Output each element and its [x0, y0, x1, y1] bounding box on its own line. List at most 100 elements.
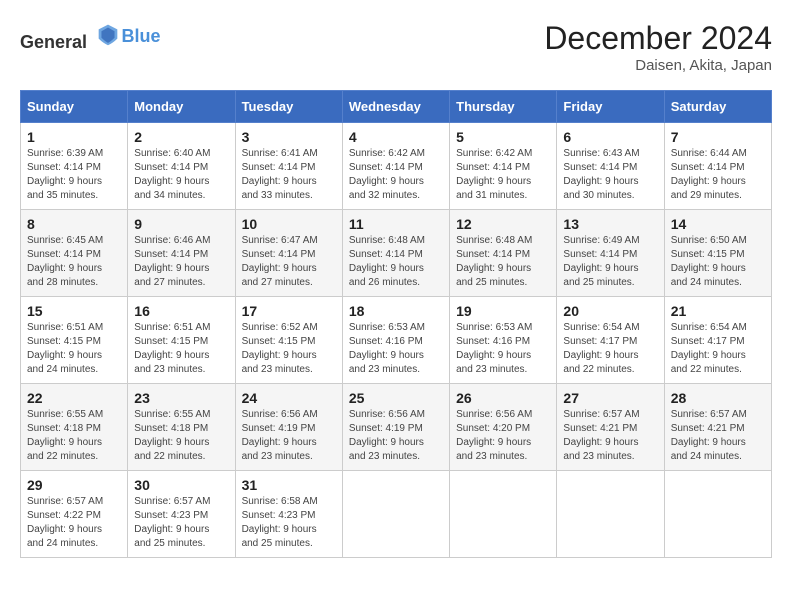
- title-section: December 2024 Daisen, Akita, Japan: [544, 20, 772, 74]
- day-number: 4: [349, 129, 443, 145]
- day-info: Sunrise: 6:57 AMSunset: 4:23 PMDaylight:…: [134, 496, 210, 549]
- col-friday: Friday: [557, 91, 664, 123]
- calendar-cell: 30 Sunrise: 6:57 AMSunset: 4:23 PMDaylig…: [128, 471, 235, 558]
- day-number: 31: [242, 477, 336, 493]
- day-info: Sunrise: 6:48 AMSunset: 4:14 PMDaylight:…: [456, 235, 532, 288]
- day-number: 15: [27, 303, 121, 319]
- logo-text-general: General: [20, 32, 87, 52]
- calendar-cell: [342, 471, 449, 558]
- calendar-cell: 26 Sunrise: 6:56 AMSunset: 4:20 PMDaylig…: [450, 384, 557, 471]
- day-info: Sunrise: 6:58 AMSunset: 4:23 PMDaylight:…: [242, 496, 318, 549]
- day-info: Sunrise: 6:42 AMSunset: 4:14 PMDaylight:…: [456, 148, 532, 201]
- day-info: Sunrise: 6:51 AMSunset: 4:15 PMDaylight:…: [27, 322, 103, 375]
- day-number: 21: [671, 303, 765, 319]
- page-header: General Blue December 2024 Daisen, Akita…: [20, 20, 772, 74]
- location-title: Daisen, Akita, Japan: [544, 57, 772, 74]
- day-number: 28: [671, 390, 765, 406]
- day-number: 12: [456, 216, 550, 232]
- logo-icon: [94, 20, 122, 48]
- calendar-cell: 31 Sunrise: 6:58 AMSunset: 4:23 PMDaylig…: [235, 471, 342, 558]
- calendar-week-5: 29 Sunrise: 6:57 AMSunset: 4:22 PMDaylig…: [21, 471, 772, 558]
- calendar-cell: 2 Sunrise: 6:40 AMSunset: 4:14 PMDayligh…: [128, 123, 235, 210]
- calendar-cell: 28 Sunrise: 6:57 AMSunset: 4:21 PMDaylig…: [664, 384, 771, 471]
- day-info: Sunrise: 6:57 AMSunset: 4:21 PMDaylight:…: [563, 409, 639, 462]
- calendar-cell: 24 Sunrise: 6:56 AMSunset: 4:19 PMDaylig…: [235, 384, 342, 471]
- calendar-week-3: 15 Sunrise: 6:51 AMSunset: 4:15 PMDaylig…: [21, 297, 772, 384]
- calendar-cell: 10 Sunrise: 6:47 AMSunset: 4:14 PMDaylig…: [235, 210, 342, 297]
- day-number: 2: [134, 129, 228, 145]
- col-sunday: Sunday: [21, 91, 128, 123]
- day-number: 24: [242, 390, 336, 406]
- day-number: 17: [242, 303, 336, 319]
- calendar-cell: 5 Sunrise: 6:42 AMSunset: 4:14 PMDayligh…: [450, 123, 557, 210]
- calendar-cell: 12 Sunrise: 6:48 AMSunset: 4:14 PMDaylig…: [450, 210, 557, 297]
- calendar-cell: 23 Sunrise: 6:55 AMSunset: 4:18 PMDaylig…: [128, 384, 235, 471]
- calendar-cell: 15 Sunrise: 6:51 AMSunset: 4:15 PMDaylig…: [21, 297, 128, 384]
- day-info: Sunrise: 6:57 AMSunset: 4:21 PMDaylight:…: [671, 409, 747, 462]
- calendar-cell: 9 Sunrise: 6:46 AMSunset: 4:14 PMDayligh…: [128, 210, 235, 297]
- day-info: Sunrise: 6:44 AMSunset: 4:14 PMDaylight:…: [671, 148, 747, 201]
- calendar-header: Sunday Monday Tuesday Wednesday Thursday…: [21, 91, 772, 123]
- calendar-cell: 17 Sunrise: 6:52 AMSunset: 4:15 PMDaylig…: [235, 297, 342, 384]
- calendar-cell: 20 Sunrise: 6:54 AMSunset: 4:17 PMDaylig…: [557, 297, 664, 384]
- calendar-cell: 1 Sunrise: 6:39 AMSunset: 4:14 PMDayligh…: [21, 123, 128, 210]
- calendar-cell: 18 Sunrise: 6:53 AMSunset: 4:16 PMDaylig…: [342, 297, 449, 384]
- calendar-week-1: 1 Sunrise: 6:39 AMSunset: 4:14 PMDayligh…: [21, 123, 772, 210]
- header-row: Sunday Monday Tuesday Wednesday Thursday…: [21, 91, 772, 123]
- calendar-cell: 21 Sunrise: 6:54 AMSunset: 4:17 PMDaylig…: [664, 297, 771, 384]
- calendar-cell: 8 Sunrise: 6:45 AMSunset: 4:14 PMDayligh…: [21, 210, 128, 297]
- day-number: 22: [27, 390, 121, 406]
- day-number: 11: [349, 216, 443, 232]
- day-info: Sunrise: 6:54 AMSunset: 4:17 PMDaylight:…: [563, 322, 639, 375]
- day-number: 5: [456, 129, 550, 145]
- day-info: Sunrise: 6:56 AMSunset: 4:19 PMDaylight:…: [242, 409, 318, 462]
- day-number: 25: [349, 390, 443, 406]
- day-number: 19: [456, 303, 550, 319]
- calendar-cell: 4 Sunrise: 6:42 AMSunset: 4:14 PMDayligh…: [342, 123, 449, 210]
- day-info: Sunrise: 6:42 AMSunset: 4:14 PMDaylight:…: [349, 148, 425, 201]
- day-info: Sunrise: 6:55 AMSunset: 4:18 PMDaylight:…: [134, 409, 210, 462]
- day-info: Sunrise: 6:41 AMSunset: 4:14 PMDaylight:…: [242, 148, 318, 201]
- day-info: Sunrise: 6:53 AMSunset: 4:16 PMDaylight:…: [349, 322, 425, 375]
- day-number: 6: [563, 129, 657, 145]
- day-number: 14: [671, 216, 765, 232]
- day-info: Sunrise: 6:46 AMSunset: 4:14 PMDaylight:…: [134, 235, 210, 288]
- calendar-cell: 19 Sunrise: 6:53 AMSunset: 4:16 PMDaylig…: [450, 297, 557, 384]
- day-number: 16: [134, 303, 228, 319]
- day-number: 8: [27, 216, 121, 232]
- calendar-cell: 3 Sunrise: 6:41 AMSunset: 4:14 PMDayligh…: [235, 123, 342, 210]
- calendar-cell: 25 Sunrise: 6:56 AMSunset: 4:19 PMDaylig…: [342, 384, 449, 471]
- calendar-cell: [557, 471, 664, 558]
- day-info: Sunrise: 6:52 AMSunset: 4:15 PMDaylight:…: [242, 322, 318, 375]
- day-info: Sunrise: 6:43 AMSunset: 4:14 PMDaylight:…: [563, 148, 639, 201]
- day-number: 23: [134, 390, 228, 406]
- day-info: Sunrise: 6:49 AMSunset: 4:14 PMDaylight:…: [563, 235, 639, 288]
- day-number: 10: [242, 216, 336, 232]
- col-wednesday: Wednesday: [342, 91, 449, 123]
- day-info: Sunrise: 6:57 AMSunset: 4:22 PMDaylight:…: [27, 496, 103, 549]
- day-info: Sunrise: 6:50 AMSunset: 4:15 PMDaylight:…: [671, 235, 747, 288]
- calendar-week-4: 22 Sunrise: 6:55 AMSunset: 4:18 PMDaylig…: [21, 384, 772, 471]
- day-info: Sunrise: 6:54 AMSunset: 4:17 PMDaylight:…: [671, 322, 747, 375]
- day-number: 9: [134, 216, 228, 232]
- day-info: Sunrise: 6:51 AMSunset: 4:15 PMDaylight:…: [134, 322, 210, 375]
- day-info: Sunrise: 6:55 AMSunset: 4:18 PMDaylight:…: [27, 409, 103, 462]
- day-number: 7: [671, 129, 765, 145]
- day-number: 18: [349, 303, 443, 319]
- calendar-cell: 14 Sunrise: 6:50 AMSunset: 4:15 PMDaylig…: [664, 210, 771, 297]
- day-number: 26: [456, 390, 550, 406]
- calendar-cell: 22 Sunrise: 6:55 AMSunset: 4:18 PMDaylig…: [21, 384, 128, 471]
- day-info: Sunrise: 6:53 AMSunset: 4:16 PMDaylight:…: [456, 322, 532, 375]
- logo: General Blue: [20, 20, 161, 53]
- col-tuesday: Tuesday: [235, 91, 342, 123]
- day-number: 27: [563, 390, 657, 406]
- day-number: 13: [563, 216, 657, 232]
- day-info: Sunrise: 6:56 AMSunset: 4:20 PMDaylight:…: [456, 409, 532, 462]
- col-saturday: Saturday: [664, 91, 771, 123]
- calendar-cell: 16 Sunrise: 6:51 AMSunset: 4:15 PMDaylig…: [128, 297, 235, 384]
- day-info: Sunrise: 6:48 AMSunset: 4:14 PMDaylight:…: [349, 235, 425, 288]
- calendar-week-2: 8 Sunrise: 6:45 AMSunset: 4:14 PMDayligh…: [21, 210, 772, 297]
- day-number: 3: [242, 129, 336, 145]
- month-title: December 2024: [544, 20, 772, 57]
- calendar-cell: 6 Sunrise: 6:43 AMSunset: 4:14 PMDayligh…: [557, 123, 664, 210]
